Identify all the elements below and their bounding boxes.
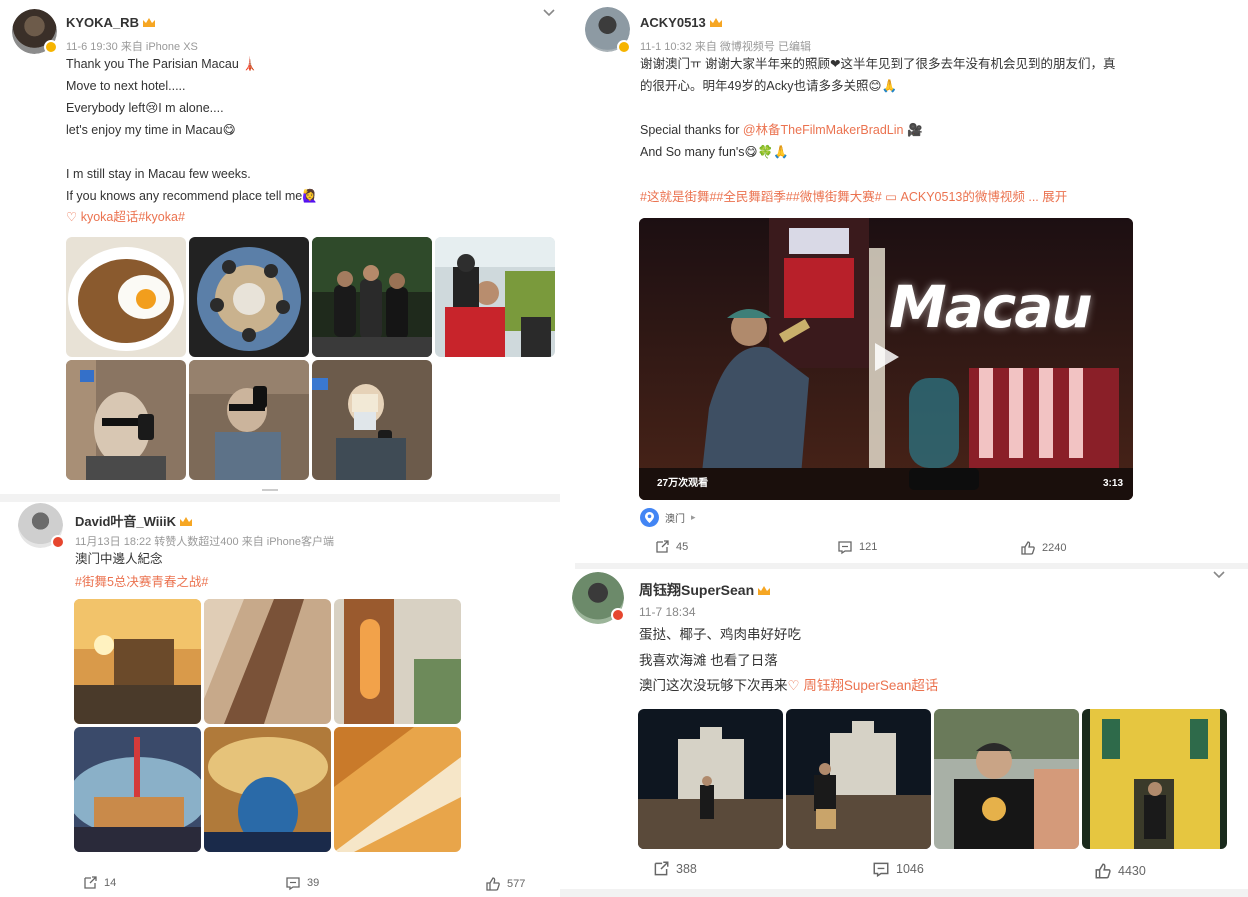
photo-thumb[interactable] [786,709,931,849]
post-line: Special thanks for @林备TheFilmMakerBradLi… [640,123,923,137]
post-meta: 11-7 18:34 [639,605,696,619]
post-line: Thank you The Parisian Macau 🗼 [66,57,258,71]
thumb-up-icon [1021,541,1035,555]
thumb-up-icon [1095,863,1111,879]
photo-thumb[interactable] [1082,709,1227,849]
post-line: 谢谢澳门ㅠ 谢谢大家半年来的照顾❤这半年见到了很多去年没有机会见到的朋友们，真 [640,57,1116,71]
post-line: And So many fun's😋🍀🙏 [640,145,789,159]
verified-badge-icon [611,608,625,622]
expand-link[interactable]: ... 展开 [1028,190,1067,204]
post-line: 澳门中邊人紀念 [75,552,163,566]
photo-thumb[interactable] [66,360,186,480]
chevron-down-icon[interactable] [1212,568,1226,582]
photo-thumb[interactable] [189,360,309,480]
post-line: 蛋挞、椰子、鸡肉串好好吃 [639,627,801,642]
comment-button[interactable]: 1046 [872,860,924,878]
repost-icon [84,876,97,889]
repost-button[interactable]: 45 [654,539,688,555]
post-meta: 11-1 10:32 来自 微博视频号 已编辑 [640,41,811,53]
username[interactable]: David叶音_WiiiK [75,511,193,530]
mention-link[interactable]: @林备TheFilmMakerBradLin [743,123,904,137]
diamond-icon: ♡ [66,210,81,224]
photo-thumb[interactable] [312,360,432,480]
post-line: 我喜欢海滩 也看了日落 [639,653,778,668]
comment-button[interactable]: 39 [285,875,319,891]
photo-thumb[interactable] [204,599,331,724]
chevron-down-icon[interactable] [542,6,556,20]
like-button[interactable]: 4430 [1094,862,1146,880]
location-tag[interactable]: 澳门 ▸ [640,508,696,527]
verified-badge-icon [51,535,65,549]
post-divider [575,563,1248,569]
video-link[interactable]: ▭ ACKY0513的微博视频 [885,190,1025,204]
post-divider [0,494,560,502]
photo-thumb[interactable] [74,727,201,852]
photo-thumb[interactable] [189,237,309,357]
username[interactable]: ACKY0513 [640,15,723,30]
username[interactable]: KYOKA_RB [66,15,156,30]
location-label: 澳门 [665,514,685,525]
photo-thumb[interactable] [334,727,461,852]
verified-badge-icon [617,40,631,54]
verified-badge-icon [44,40,58,54]
post-line: Everybody left😢I m alone.... [66,101,224,115]
photo-thumb[interactable] [334,599,461,724]
crown-icon [758,586,771,595]
post-line: 澳门这次没玩够下次再来♡ 周钰翔SuperSean超话 [639,678,939,693]
location-pin-icon [640,508,659,527]
photo-grid [638,709,1227,849]
hashtag-link[interactable]: #街舞5总决赛青春之战# [75,571,208,593]
like-button[interactable]: 2240 [1020,540,1066,556]
photo-thumb[interactable] [312,237,432,357]
thumb-up-icon [486,877,500,891]
repost-icon [656,540,669,553]
photo-thumb[interactable] [934,709,1079,849]
photo-thumb[interactable] [66,237,186,357]
diamond-icon: ♡ [787,678,804,693]
supertopic-link[interactable]: ♡ 周钰翔SuperSean超话 [788,678,939,693]
post-meta: 11-6 19:30 来自 iPhone XS [66,41,198,53]
play-icon[interactable] [869,340,903,374]
post-kyoka: KYOKA_RB 11-6 19:30 来自 iPhone XS Thank y… [0,0,560,492]
chevron-right-icon: ▸ [691,512,696,522]
comment-button[interactable]: 121 [837,539,877,555]
video-views: 27万次观看 [657,478,709,489]
photo-thumb[interactable] [435,237,555,357]
photo-grid [66,237,555,480]
video-player[interactable]: Macau 27万次观看 3:13 [639,218,1133,500]
bottom-bar [560,889,1248,897]
crown-icon [142,18,155,27]
post-line: Move to next hotel..... [66,79,186,93]
repost-icon [654,861,669,876]
photo-grid [74,599,461,852]
photo-thumb[interactable] [638,709,783,849]
post-line: I m still stay in Macau few weeks. [66,167,251,181]
comment-icon [838,541,852,555]
post-line: 的很开心。明年49岁的Acky也请多多关照😊🙏 [640,79,898,93]
photo-thumb[interactable] [204,727,331,852]
post-line: If you knows any recommend place tell me… [66,189,318,203]
post-meta: 11月13日 18:22 转赞人数超过400 来自 iPhone客户端 [75,536,335,548]
thumb-indicator [262,489,278,491]
username[interactable]: 周钰翔SuperSean [639,580,771,600]
crown-icon [180,517,193,526]
repost-button[interactable]: 14 [82,875,116,891]
video-link-icon: ▭ [885,190,898,204]
hashtag-links[interactable]: #这就是街舞##全民舞蹈季##微博街舞大赛# ▭ ACKY0513的微博视频 .… [640,186,1067,208]
like-button[interactable]: 577 [485,876,525,892]
video-duration: 3:13 [1102,478,1123,489]
photo-thumb[interactable] [74,599,201,724]
repost-button[interactable]: 388 [652,860,697,878]
post-line: let's enjoy my time in Macau😋 [66,123,236,137]
comment-icon [873,862,889,878]
crown-icon [709,18,722,27]
comment-icon [286,877,300,891]
video-title: Macau [889,273,1093,341]
supertopic-link[interactable]: ♡ kyoka超话#kyoka# [66,206,185,228]
